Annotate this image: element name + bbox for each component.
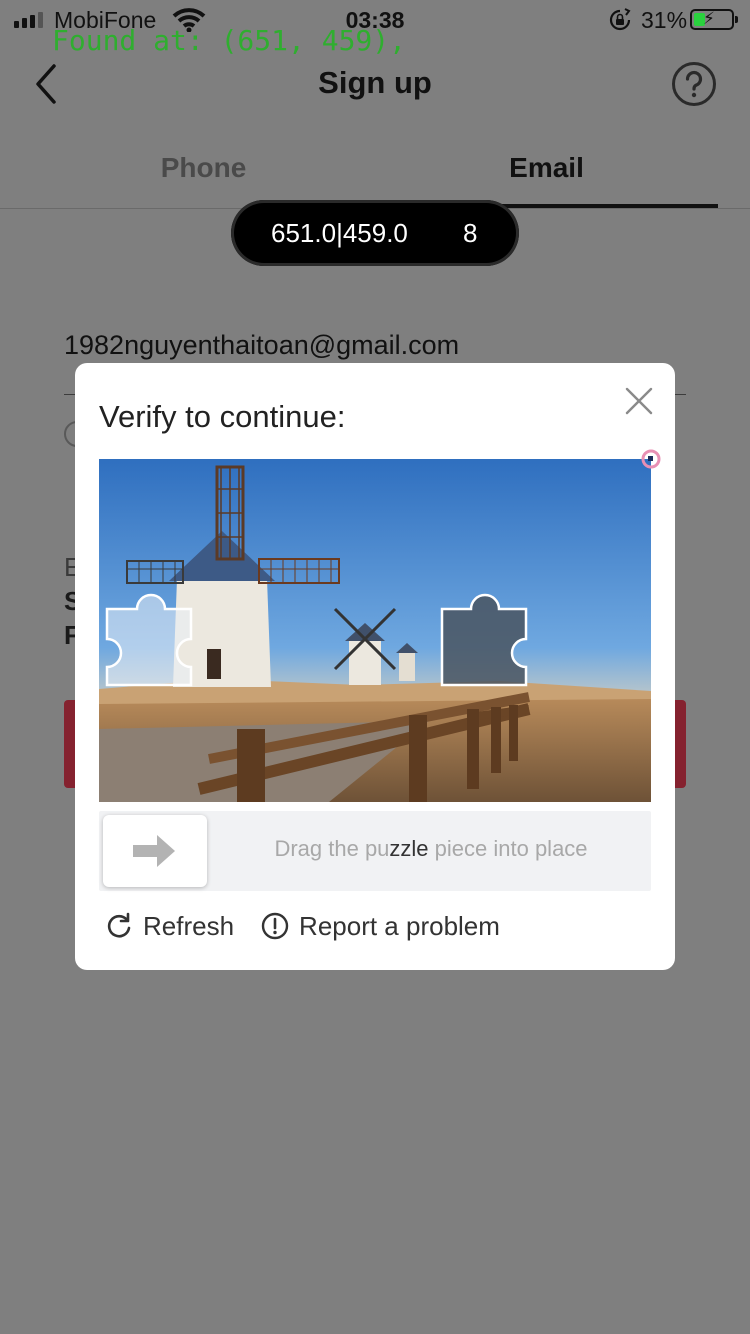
- slider-text-after: piece into place: [428, 836, 588, 861]
- signup-tabs: Phone Email: [0, 140, 750, 209]
- close-button[interactable]: [623, 385, 655, 417]
- slider-handle[interactable]: [103, 815, 207, 887]
- refresh-button[interactable]: Refresh: [105, 911, 234, 942]
- page-title: Sign up: [318, 65, 432, 100]
- exclamation-circle-icon: [261, 912, 289, 940]
- captcha-title: Verify to continue:: [99, 399, 346, 434]
- debug-found-text: Found at: (651, 459),: [52, 24, 407, 57]
- close-icon: [625, 387, 653, 415]
- battery-percent: 31%: [641, 7, 688, 33]
- detection-marker: [641, 449, 661, 469]
- battery-icon: ⚡: [690, 9, 738, 30]
- help-button[interactable]: [671, 61, 717, 107]
- email-field[interactable]: 1982nguyenthaitoan@gmail.com: [64, 330, 459, 361]
- coordinate-readout: 651.0|459.0 8: [231, 200, 519, 266]
- slider-text-before: Drag the pu: [274, 836, 390, 861]
- count-text: 8: [463, 218, 478, 248]
- rotation-lock-icon: [609, 8, 631, 31]
- coordinate-text: 651.0|459.0: [271, 218, 408, 248]
- captcha-slider-track[interactable]: Drag the puzzle piece into place: [99, 811, 651, 891]
- refresh-icon: [107, 912, 131, 938]
- question-circle-icon: [672, 62, 716, 106]
- arrow-right-icon: [133, 835, 175, 867]
- slider-text-highlight: zzle: [389, 836, 429, 861]
- report-problem-label: Report a problem: [299, 910, 500, 941]
- tab-email[interactable]: Email: [359, 152, 734, 184]
- refresh-label: Refresh: [143, 910, 235, 941]
- slider-instruction: Drag the puzzle piece into place: [211, 836, 651, 862]
- captcha-modal: Verify to continue: Drag the puzzle piec…: [75, 363, 675, 970]
- captcha-footer: Refresh Report a problem: [105, 908, 527, 944]
- tab-phone[interactable]: Phone: [16, 152, 391, 184]
- captcha-puzzle-image: [99, 459, 651, 802]
- report-problem-button[interactable]: Report a problem: [261, 911, 500, 942]
